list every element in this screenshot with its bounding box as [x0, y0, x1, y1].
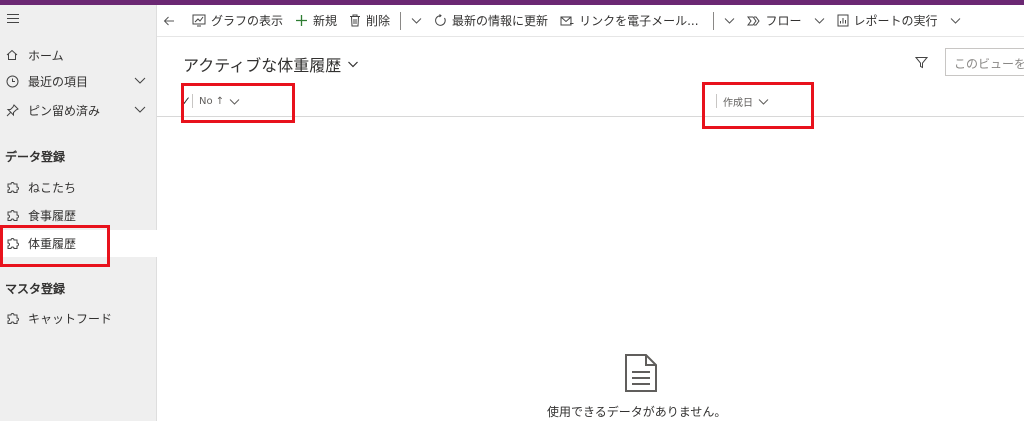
- flow-icon: [746, 16, 760, 25]
- show-chart-label: グラフの表示: [211, 14, 284, 28]
- new-button[interactable]: 新規: [289, 5, 343, 37]
- chevron-down-icon: [814, 18, 824, 24]
- sidebar-item-label: ねこたち: [28, 180, 77, 195]
- sidebar-item-home[interactable]: ホーム: [0, 43, 157, 67]
- flow-label: フロー: [765, 14, 802, 28]
- sidebar: ホーム 最近の項目 ピン留め済み データ登録 ねこたち 食事履歴 体重履歴 マス…: [0, 5, 157, 421]
- puzzle-icon: [5, 311, 19, 325]
- group-title-data-entry: データ登録: [5, 150, 66, 164]
- sidebar-item-meal-history[interactable]: 食事履歴: [0, 203, 157, 227]
- flow-button[interactable]: フロー: [741, 5, 808, 37]
- highlight-box-sidebar: [0, 225, 110, 267]
- refresh-button[interactable]: 最新の情報に更新: [428, 5, 554, 37]
- command-bar: グラフの表示 新規 削除 最新の情報に更新 リンクを電子メール... フロー レ…: [157, 5, 1024, 37]
- email-link-button[interactable]: リンクを電子メール...: [554, 5, 704, 37]
- refresh-icon: [435, 14, 446, 26]
- view-selector[interactable]: アクティブな体重履歴: [183, 52, 359, 76]
- view-title: アクティブな体重履歴: [183, 56, 342, 75]
- refresh-label: 最新の情報に更新: [452, 14, 549, 28]
- email-link-label: リンクを電子メール...: [579, 14, 699, 28]
- email-link-dropdown[interactable]: [718, 5, 741, 37]
- run-report-dropdown[interactable]: [944, 5, 967, 37]
- sidebar-item-label: 食事履歴: [28, 208, 77, 223]
- chevron-down-icon: [950, 18, 960, 24]
- chevron-down-icon: [348, 61, 359, 68]
- sidebar-item-label: キャットフード: [28, 311, 113, 326]
- more-commands-dropdown[interactable]: [405, 5, 428, 37]
- toolbar-separator: [400, 11, 402, 30]
- highlight-box-no-column: [181, 83, 295, 123]
- sidebar-item-cats[interactable]: ねこたち: [0, 175, 157, 199]
- arrow-left-icon: [163, 16, 174, 25]
- hamburger-menu-icon[interactable]: [7, 14, 19, 24]
- chart-icon: [192, 14, 206, 27]
- filter-icon[interactable]: [915, 56, 928, 69]
- chevron-down-icon[interactable]: [133, 73, 147, 87]
- home-icon: [5, 48, 19, 62]
- clock-icon: [5, 74, 19, 88]
- plus-icon: [296, 15, 308, 26]
- run-report-button[interactable]: レポートの実行: [831, 5, 944, 37]
- sidebar-item-label: ホーム: [28, 48, 64, 63]
- puzzle-icon: [5, 180, 19, 194]
- chevron-down-icon: [411, 18, 422, 24]
- group-title-master-data: マスタ登録: [5, 282, 66, 296]
- delete-button[interactable]: 削除: [343, 5, 396, 37]
- chevron-down-icon: [724, 18, 734, 24]
- sidebar-item-label: 最近の項目: [28, 74, 89, 89]
- document-icon: [625, 354, 657, 392]
- chevron-down-icon[interactable]: [133, 102, 147, 116]
- show-chart-button[interactable]: グラフの表示: [186, 5, 289, 37]
- back-button[interactable]: [157, 5, 186, 37]
- report-icon: [837, 14, 849, 27]
- run-report-label: レポートの実行: [853, 14, 938, 28]
- sidebar-item-recent[interactable]: 最近の項目: [0, 69, 157, 93]
- toolbar-separator: [712, 11, 714, 30]
- flow-dropdown[interactable]: [808, 5, 831, 37]
- highlight-box-created-on-column: [702, 82, 814, 129]
- sidebar-item-cat-food[interactable]: キャットフード: [0, 306, 157, 330]
- email-link-icon: [560, 16, 574, 25]
- sidebar-item-pinned[interactable]: ピン留め済み: [0, 98, 157, 122]
- puzzle-icon: [5, 208, 19, 222]
- trash-icon: [350, 14, 361, 27]
- delete-label: 削除: [366, 14, 391, 28]
- empty-state-message: 使用できるデータがありません。: [547, 405, 727, 419]
- search-input[interactable]: このビューを検索: [945, 48, 1024, 76]
- sidebar-item-label: ピン留め済み: [28, 103, 101, 118]
- pin-icon: [5, 103, 19, 117]
- new-label: 新規: [313, 14, 338, 28]
